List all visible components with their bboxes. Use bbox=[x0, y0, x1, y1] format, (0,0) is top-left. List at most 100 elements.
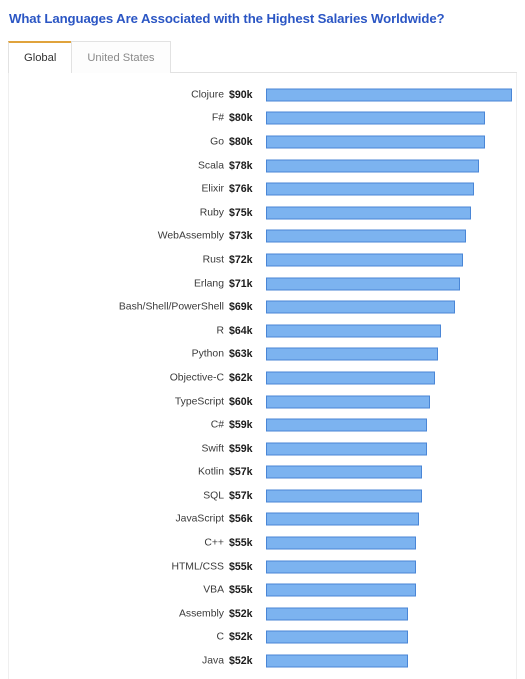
tab-global-label: Global bbox=[24, 52, 57, 64]
chart-row: Bash/Shell/PowerShell $69k bbox=[9, 295, 516, 319]
bar bbox=[266, 418, 428, 432]
tab-global[interactable]: Global bbox=[8, 41, 73, 74]
bar-value-label: $75k bbox=[229, 206, 253, 219]
chart-row: JavaScript $56k bbox=[9, 508, 516, 532]
bar-track bbox=[266, 371, 512, 385]
bar-value-label: $71k bbox=[229, 277, 253, 290]
bar-value-label: $55k bbox=[229, 584, 253, 597]
bar-track bbox=[266, 560, 512, 574]
bar-track bbox=[266, 229, 512, 243]
chart-row: Rust $72k bbox=[9, 248, 516, 272]
bar-category-label: VBA bbox=[203, 584, 224, 596]
bar-category-label: Elixir bbox=[201, 183, 224, 195]
chart-row: Go $80k bbox=[9, 130, 516, 154]
bar bbox=[266, 300, 455, 314]
bar bbox=[266, 229, 466, 243]
chart-panel: Clojure $90k F# $80k Go $80k Scala $78k Elixir $7… bbox=[8, 73, 517, 679]
bar-track bbox=[266, 88, 512, 102]
bar-value-label: $73k bbox=[229, 230, 253, 243]
bar-category-label: Erlang bbox=[193, 278, 224, 290]
chart-row: C# $59k bbox=[9, 413, 516, 437]
bar-track bbox=[266, 607, 512, 621]
bar-track bbox=[266, 253, 512, 267]
bar bbox=[266, 536, 417, 550]
bar-value-label: $52k bbox=[229, 607, 253, 620]
bar-category-label: Objective-C bbox=[169, 372, 224, 384]
bar bbox=[266, 465, 422, 479]
bar bbox=[266, 512, 420, 526]
chart-row: Swift $59k bbox=[9, 437, 516, 461]
bar bbox=[266, 654, 409, 668]
chart-row: Assembly $52k bbox=[9, 602, 516, 626]
chart-row: VBA $55k bbox=[9, 578, 516, 602]
bar-category-label: Kotlin bbox=[198, 466, 224, 478]
bar-category-label: R bbox=[216, 325, 224, 337]
chart-row: SQL $57k bbox=[9, 484, 516, 508]
chart-row: Java $52k bbox=[9, 649, 516, 673]
bar-value-label: $59k bbox=[229, 419, 253, 432]
bar bbox=[266, 347, 439, 361]
bar bbox=[266, 253, 463, 267]
chart-row: C $52k bbox=[9, 626, 516, 650]
bar-value-label: $63k bbox=[229, 348, 253, 361]
bar-track bbox=[266, 442, 512, 456]
bar-category-label: JavaScript bbox=[175, 513, 224, 525]
bar bbox=[266, 489, 422, 503]
bar-value-label: $57k bbox=[229, 466, 253, 479]
bar-value-label: $60k bbox=[229, 395, 253, 408]
chart-row: Ruby $75k bbox=[9, 201, 516, 225]
bar bbox=[266, 607, 409, 621]
chart-row: Elixir $76k bbox=[9, 177, 516, 201]
chart-row: R $64k bbox=[9, 319, 516, 343]
tab-united-states[interactable]: United States bbox=[71, 41, 171, 73]
bar-track bbox=[266, 489, 512, 503]
bar bbox=[266, 324, 441, 338]
bar-chart: Clojure $90k F# $80k Go $80k Scala $78k Elixir $7… bbox=[9, 83, 516, 673]
bar-category-label: C# bbox=[210, 419, 224, 431]
bar-track bbox=[266, 395, 512, 409]
bar-category-label: SQL bbox=[203, 490, 224, 502]
bar-value-label: $59k bbox=[229, 442, 253, 455]
bar-category-label: Clojure bbox=[191, 89, 224, 101]
bar-value-label: $80k bbox=[229, 135, 253, 148]
chart-row: Objective-C $62k bbox=[9, 366, 516, 390]
tab-bar: Global United States bbox=[8, 41, 517, 74]
bar bbox=[266, 88, 512, 102]
bar bbox=[266, 206, 471, 220]
bar-value-label: $78k bbox=[229, 159, 253, 172]
chart-row: C++ $55k bbox=[9, 531, 516, 555]
bar-track bbox=[266, 159, 512, 173]
chart-row: Python $63k bbox=[9, 343, 516, 367]
bar-category-label: WebAssembly bbox=[157, 230, 224, 242]
bar-track bbox=[266, 182, 512, 196]
chart-row: Clojure $90k bbox=[9, 83, 516, 107]
chart-page: What Languages Are Associated with the H… bbox=[0, 0, 525, 679]
bar-track bbox=[266, 583, 512, 597]
bar-category-label: Ruby bbox=[199, 207, 224, 219]
bar-category-label: Assembly bbox=[178, 608, 224, 620]
bar-category-label: Swift bbox=[201, 443, 224, 455]
bar-value-label: $56k bbox=[229, 513, 253, 526]
chart-row: F# $80k bbox=[9, 107, 516, 131]
bar bbox=[266, 277, 461, 291]
bar-category-label: Go bbox=[210, 136, 224, 148]
bar-track bbox=[266, 536, 512, 550]
bar-track bbox=[266, 324, 512, 338]
bar-value-label: $64k bbox=[229, 324, 253, 337]
bar bbox=[266, 583, 417, 597]
chart-row: HTML/CSS $55k bbox=[9, 555, 516, 579]
bar bbox=[266, 371, 436, 385]
bar-category-label: C bbox=[216, 631, 224, 643]
bar bbox=[266, 159, 480, 173]
bar bbox=[266, 111, 485, 125]
bar-category-label: HTML/CSS bbox=[171, 561, 224, 573]
bar-category-label: Java bbox=[202, 655, 224, 667]
bar-value-label: $69k bbox=[229, 301, 253, 314]
bar-value-label: $55k bbox=[229, 560, 253, 573]
bar-track bbox=[266, 135, 512, 149]
bar bbox=[266, 135, 485, 149]
bar-track bbox=[266, 277, 512, 291]
bar-value-label: $52k bbox=[229, 655, 253, 668]
bar-track bbox=[266, 630, 512, 644]
chart-row: TypeScript $60k bbox=[9, 390, 516, 414]
